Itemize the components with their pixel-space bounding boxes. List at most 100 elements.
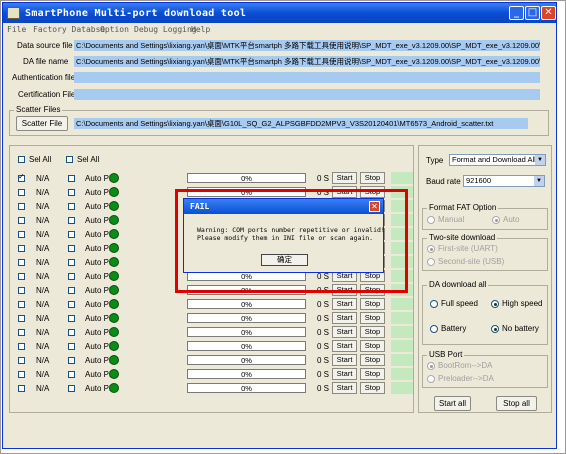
status-led-icon (109, 215, 119, 225)
port-checkbox[interactable] (18, 357, 25, 364)
full-speed-radio[interactable] (430, 300, 438, 308)
port-checkbox[interactable] (18, 172, 25, 182)
status-led-icon (109, 285, 119, 295)
auto-pl-checkbox[interactable] (68, 203, 75, 210)
start-button[interactable]: Start (332, 312, 357, 324)
maximize-button[interactable]: □ (525, 6, 540, 20)
auto-pl-checkbox[interactable] (68, 343, 75, 350)
stop-all-button[interactable]: Stop all (496, 396, 537, 411)
auto-pl-checkbox[interactable] (68, 301, 75, 308)
port-name: N/A (36, 300, 50, 309)
auto-pl-checkbox[interactable] (68, 259, 75, 266)
battery-radio[interactable] (430, 325, 438, 333)
stop-button[interactable]: Stop (360, 172, 385, 184)
stop-button[interactable]: Stop (360, 312, 385, 324)
da-download-group: DA download all Full speed High speed Ba… (422, 280, 548, 345)
port-checkbox[interactable] (18, 371, 25, 378)
auto-pl-checkbox[interactable] (68, 329, 75, 336)
start-button[interactable]: Start (332, 382, 357, 394)
port-checkbox[interactable] (18, 273, 25, 280)
stop-button[interactable]: Stop (360, 326, 385, 338)
auto-pl-checkbox[interactable] (68, 357, 75, 364)
scatter-file-field[interactable]: C:\Documents and Settings\lixiang.yan\桌面… (74, 118, 528, 129)
port-checkbox[interactable] (18, 189, 25, 196)
port-checkbox[interactable] (18, 329, 25, 336)
stop-button[interactable]: Stop (360, 382, 385, 394)
port-checkbox[interactable] (18, 315, 25, 322)
start-button[interactable]: Start (332, 354, 357, 366)
start-all-button[interactable]: Start all (434, 396, 471, 411)
port-checkbox[interactable] (18, 287, 25, 294)
port-checkbox[interactable] (18, 245, 25, 252)
fat-auto-radio[interactable] (492, 216, 500, 224)
menu-factory-database[interactable]: Factory Databse (33, 25, 105, 34)
port-checkbox[interactable] (18, 231, 25, 238)
high-speed-radio[interactable] (491, 300, 499, 308)
auto-pl-checkbox[interactable] (68, 245, 75, 252)
stop-button[interactable]: Stop (360, 368, 385, 380)
da-file-field[interactable]: C:\Documents and Settings\lixiang.yan\桌面… (74, 56, 540, 67)
status-led-icon (109, 243, 119, 253)
first-site-radio[interactable] (427, 245, 435, 253)
auto-pl-checkbox[interactable] (68, 231, 75, 238)
certification-field[interactable] (74, 89, 540, 100)
port-name: N/A (36, 216, 50, 225)
stop-button[interactable]: Stop (360, 340, 385, 352)
start-button[interactable]: Start (332, 340, 357, 352)
first-site-label: First-site (UART) (438, 244, 498, 253)
chevron-down-icon: ▼ (535, 155, 545, 165)
status-indicator (391, 172, 413, 184)
menu-help[interactable]: Help (191, 25, 210, 34)
no-battery-label: No battery (502, 324, 539, 333)
menu-option[interactable]: Option (100, 25, 129, 34)
authentication-label: Authentication file (12, 73, 76, 82)
main-window: SmartPhone Multi-port download tool _ □ … (2, 2, 557, 449)
elapsed-time: 0 S (317, 174, 330, 183)
type-select[interactable]: Format and Download All ▼ (449, 154, 546, 166)
fat-manual-radio[interactable] (427, 216, 435, 224)
port-row: N/AAuto PL0%0 SStartStop (10, 326, 420, 340)
select-all-checkbox-1[interactable] (18, 156, 25, 163)
highlight-box (175, 189, 408, 293)
stop-button[interactable]: Stop (360, 354, 385, 366)
port-checkbox[interactable] (18, 217, 25, 224)
status-led-icon (109, 327, 119, 337)
auto-pl-checkbox[interactable] (68, 315, 75, 322)
start-button[interactable]: Start (332, 326, 357, 338)
auto-pl-checkbox[interactable] (68, 273, 75, 280)
close-button[interactable]: ✕ (541, 6, 556, 20)
auto-pl-checkbox[interactable] (68, 189, 75, 196)
minimize-button[interactable]: _ (509, 6, 524, 20)
select-all-checkbox-2[interactable] (66, 156, 73, 163)
bootrom-radio[interactable] (427, 362, 435, 370)
preloader-radio[interactable] (427, 375, 435, 383)
status-led-icon (109, 229, 119, 239)
port-checkbox[interactable] (18, 301, 25, 308)
baud-select[interactable]: 921600 ▼ (463, 175, 545, 187)
authentication-field[interactable] (74, 72, 540, 83)
certification-label: Certification File (18, 90, 76, 99)
chevron-down-icon: ▼ (534, 176, 544, 186)
status-led-icon (109, 173, 119, 183)
auto-pl-checkbox[interactable] (68, 385, 75, 392)
no-battery-radio[interactable] (491, 325, 499, 333)
port-checkbox[interactable] (18, 385, 25, 392)
start-button[interactable]: Start (332, 298, 357, 310)
second-site-radio[interactable] (427, 258, 435, 266)
start-button[interactable]: Start (332, 172, 357, 184)
menu-debug-logging[interactable]: Debug Logging (134, 25, 197, 34)
menu-file[interactable]: File (7, 25, 26, 34)
port-checkbox[interactable] (18, 259, 25, 266)
auto-pl-checkbox[interactable] (68, 217, 75, 224)
start-button[interactable]: Start (332, 368, 357, 380)
port-checkbox[interactable] (18, 343, 25, 350)
auto-pl-checkbox[interactable] (68, 287, 75, 294)
progress-bar: 0% (187, 313, 306, 323)
status-led-icon (109, 313, 119, 323)
auto-pl-checkbox[interactable] (68, 175, 75, 182)
stop-button[interactable]: Stop (360, 298, 385, 310)
data-source-field[interactable]: C:\Documents and Settings\lixiang.yan\桌面… (74, 40, 540, 51)
auto-pl-checkbox[interactable] (68, 371, 75, 378)
scatter-file-button[interactable]: Scatter File (16, 116, 68, 131)
port-checkbox[interactable] (18, 203, 25, 210)
